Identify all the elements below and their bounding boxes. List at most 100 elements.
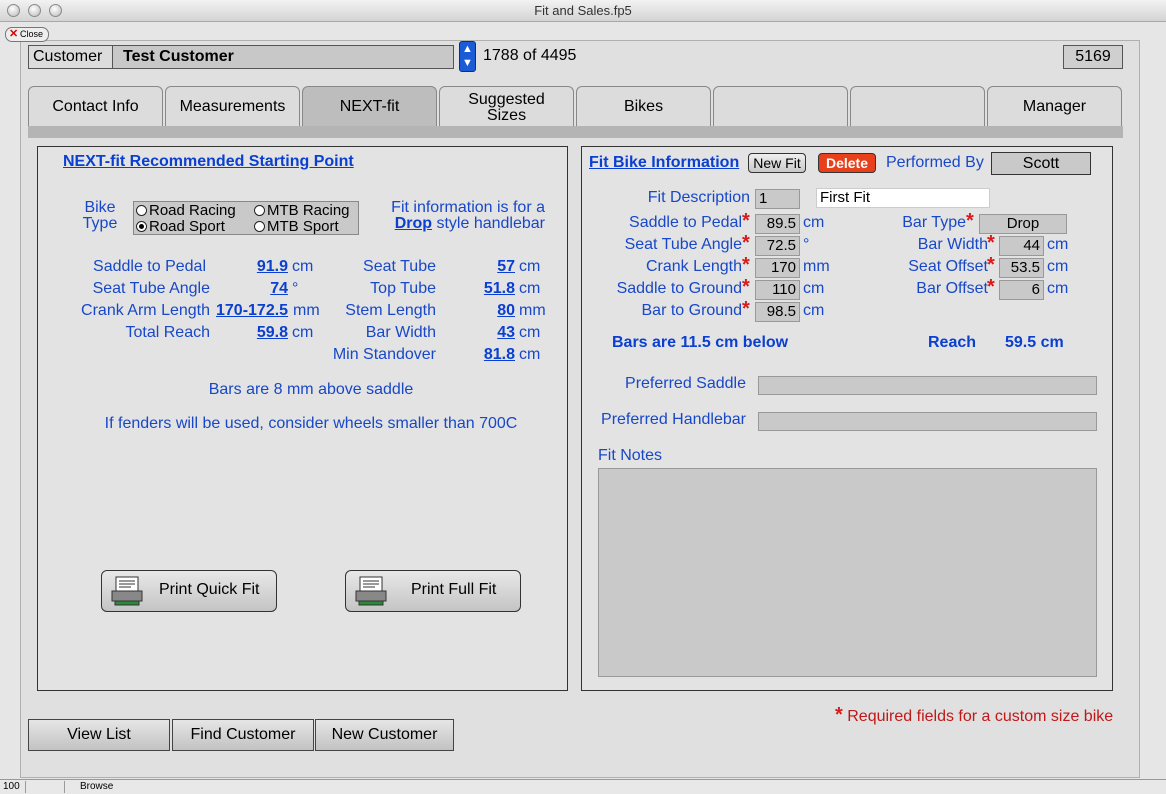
performed-by-field[interactable]: Scott [991,152,1091,175]
bars-above-saddle-note: Bars are 8 mm above saddle [208,381,414,398]
tab-bikes[interactable]: Bikes [576,86,711,126]
print-full-fit-button[interactable]: Print Full Fit [345,570,521,612]
fit-bar-to-ground-unit: cm [803,302,825,319]
tab-contact-info[interactable]: Contact Info [28,86,163,126]
radio-label: Road Racing [149,202,236,219]
required-note: * Required fields for a custom size bike [835,704,1113,727]
fit-info-line1: Fit information is for a [391,199,545,216]
customer-name[interactable]: Test Customer [123,48,234,66]
printer-icon [355,576,387,606]
tab-next-fit[interactable]: NEXT-fit [302,86,437,126]
seat-offset-label: Seat Offset [908,258,988,275]
radio-mtb-sport[interactable]: MTB Sport [254,218,339,235]
radio-dot [254,205,265,216]
seat-tube-value: 57 [497,258,515,275]
fit-notes-label: Fit Notes [598,447,663,464]
saddle-to-pedal-value: 91.9 [256,258,288,275]
arrow-up-icon[interactable]: ▲ [460,42,475,56]
required-star: * [966,210,974,232]
total-reach-value: 59.8 [256,324,288,341]
bike-type-radio-group: Road Racing MTB Racing Road Sport MTB Sp… [133,201,359,235]
min-standover-label: Min Standover [332,346,436,363]
bar-width-unit: cm [519,324,541,341]
radio-dot [254,221,265,232]
bar-width-value: 43 [497,324,515,341]
close-x-icon: ✕ [9,28,19,40]
required-star: * [742,298,750,320]
view-list-button[interactable]: View List [28,719,170,751]
tab-manager[interactable]: Manager [987,86,1122,126]
fit-description-number[interactable]: 1 [755,189,800,209]
fit-bar-width-unit: cm [1047,236,1069,253]
bar-offset-unit: cm [1047,280,1069,297]
reach-label: Reach [928,334,977,351]
required-note-text: Required fields for a custom size bike [847,708,1114,725]
bars-below-note: Bars are 11.5 cm below [612,334,789,351]
arrow-down-icon[interactable]: ▼ [460,56,475,70]
preferred-handlebar-field[interactable] [758,412,1097,431]
fit-saddle-to-pedal-unit: cm [803,214,825,231]
zoom-level[interactable]: 100 [3,781,20,792]
customer-label: Customer [29,46,113,68]
fit-info-drop: Drop [394,215,433,232]
customer-field: Customer Test Customer [28,45,454,69]
next-fit-title: NEXT-fit Recommended Starting Point [63,153,354,170]
window-title: Fit and Sales.fp5 [534,3,632,18]
fender-note: If fenders will be used, consider wheels… [104,415,518,432]
top-tube-unit: cm [519,280,541,297]
fit-saddle-to-pedal-field[interactable]: 89.5 [755,214,800,234]
new-fit-button[interactable]: New Fit [748,153,806,173]
fit-crank-length-field[interactable]: 170 [755,258,800,278]
reach-value: 59.5 cm [1005,334,1064,351]
required-star: * [742,276,750,298]
fit-bike-title: Fit Bike Information [589,154,740,171]
close-button[interactable]: ✕ Close [5,27,49,42]
new-customer-button[interactable]: New Customer [315,719,454,751]
tab-measurements[interactable]: Measurements [165,86,300,126]
tab-empty-1[interactable] [713,86,848,126]
fit-bar-width-field[interactable]: 44 [999,236,1044,256]
required-star: * [742,232,750,254]
preferred-saddle-label: Preferred Saddle [625,375,746,392]
fit-saddle-to-pedal-label: Saddle to Pedal [629,214,742,231]
required-star: * [835,704,843,726]
record-nav-arrows[interactable]: ▲ ▼ [459,41,476,72]
top-tube-value: 51.8 [483,280,515,297]
preferred-saddle-field[interactable] [758,376,1097,395]
seat-offset-unit: cm [1047,258,1069,275]
seat-tube-unit: cm [519,258,541,275]
min-standover-value: 81.8 [483,346,515,363]
close-label: Close [20,29,44,39]
delete-button[interactable]: Delete [818,153,876,173]
stem-length-label: Stem Length [345,302,436,319]
radio-road-racing[interactable]: Road Racing [136,202,236,219]
fit-description-field[interactable]: First Fit [816,188,990,208]
find-customer-button[interactable]: Find Customer [172,719,314,751]
tab-empty-2[interactable] [850,86,985,126]
bar-offset-field[interactable]: 6 [999,280,1044,300]
seat-offset-field[interactable]: 53.5 [999,258,1044,278]
tab-suggested-sizes[interactable]: Suggested Sizes [439,86,574,126]
bar-type-field[interactable]: Drop [979,214,1067,234]
radio-dot-selected [136,221,147,232]
radio-label: MTB Sport [267,218,339,235]
radio-mtb-racing[interactable]: MTB Racing [254,202,350,219]
min-standover-unit: cm [519,346,541,363]
fit-info-line2: style handlebar [436,215,545,232]
fit-crank-length-unit: mm [803,258,830,275]
zoom-controls[interactable] [25,781,65,793]
fit-saddle-to-ground-field[interactable]: 110 [755,280,800,300]
stem-length-value: 80 [497,302,515,319]
bike-type-label-1: Bike [84,199,116,216]
bike-type-label: Bike Type [82,200,118,232]
fit-bar-to-ground-field[interactable]: 98.5 [755,302,800,322]
radio-dot [136,205,147,216]
stem-length-unit: mm [519,302,546,319]
printer-icon [111,576,143,606]
print-quick-fit-button[interactable]: Print Quick Fit [101,570,277,612]
fit-notes-field[interactable] [598,468,1097,677]
performed-by-label: Performed By [886,154,984,171]
radio-road-sport[interactable]: Road Sport [136,218,225,235]
fit-seat-tube-angle-field[interactable]: 72.5 [755,236,800,256]
seat-tube-label: Seat Tube [363,258,436,275]
